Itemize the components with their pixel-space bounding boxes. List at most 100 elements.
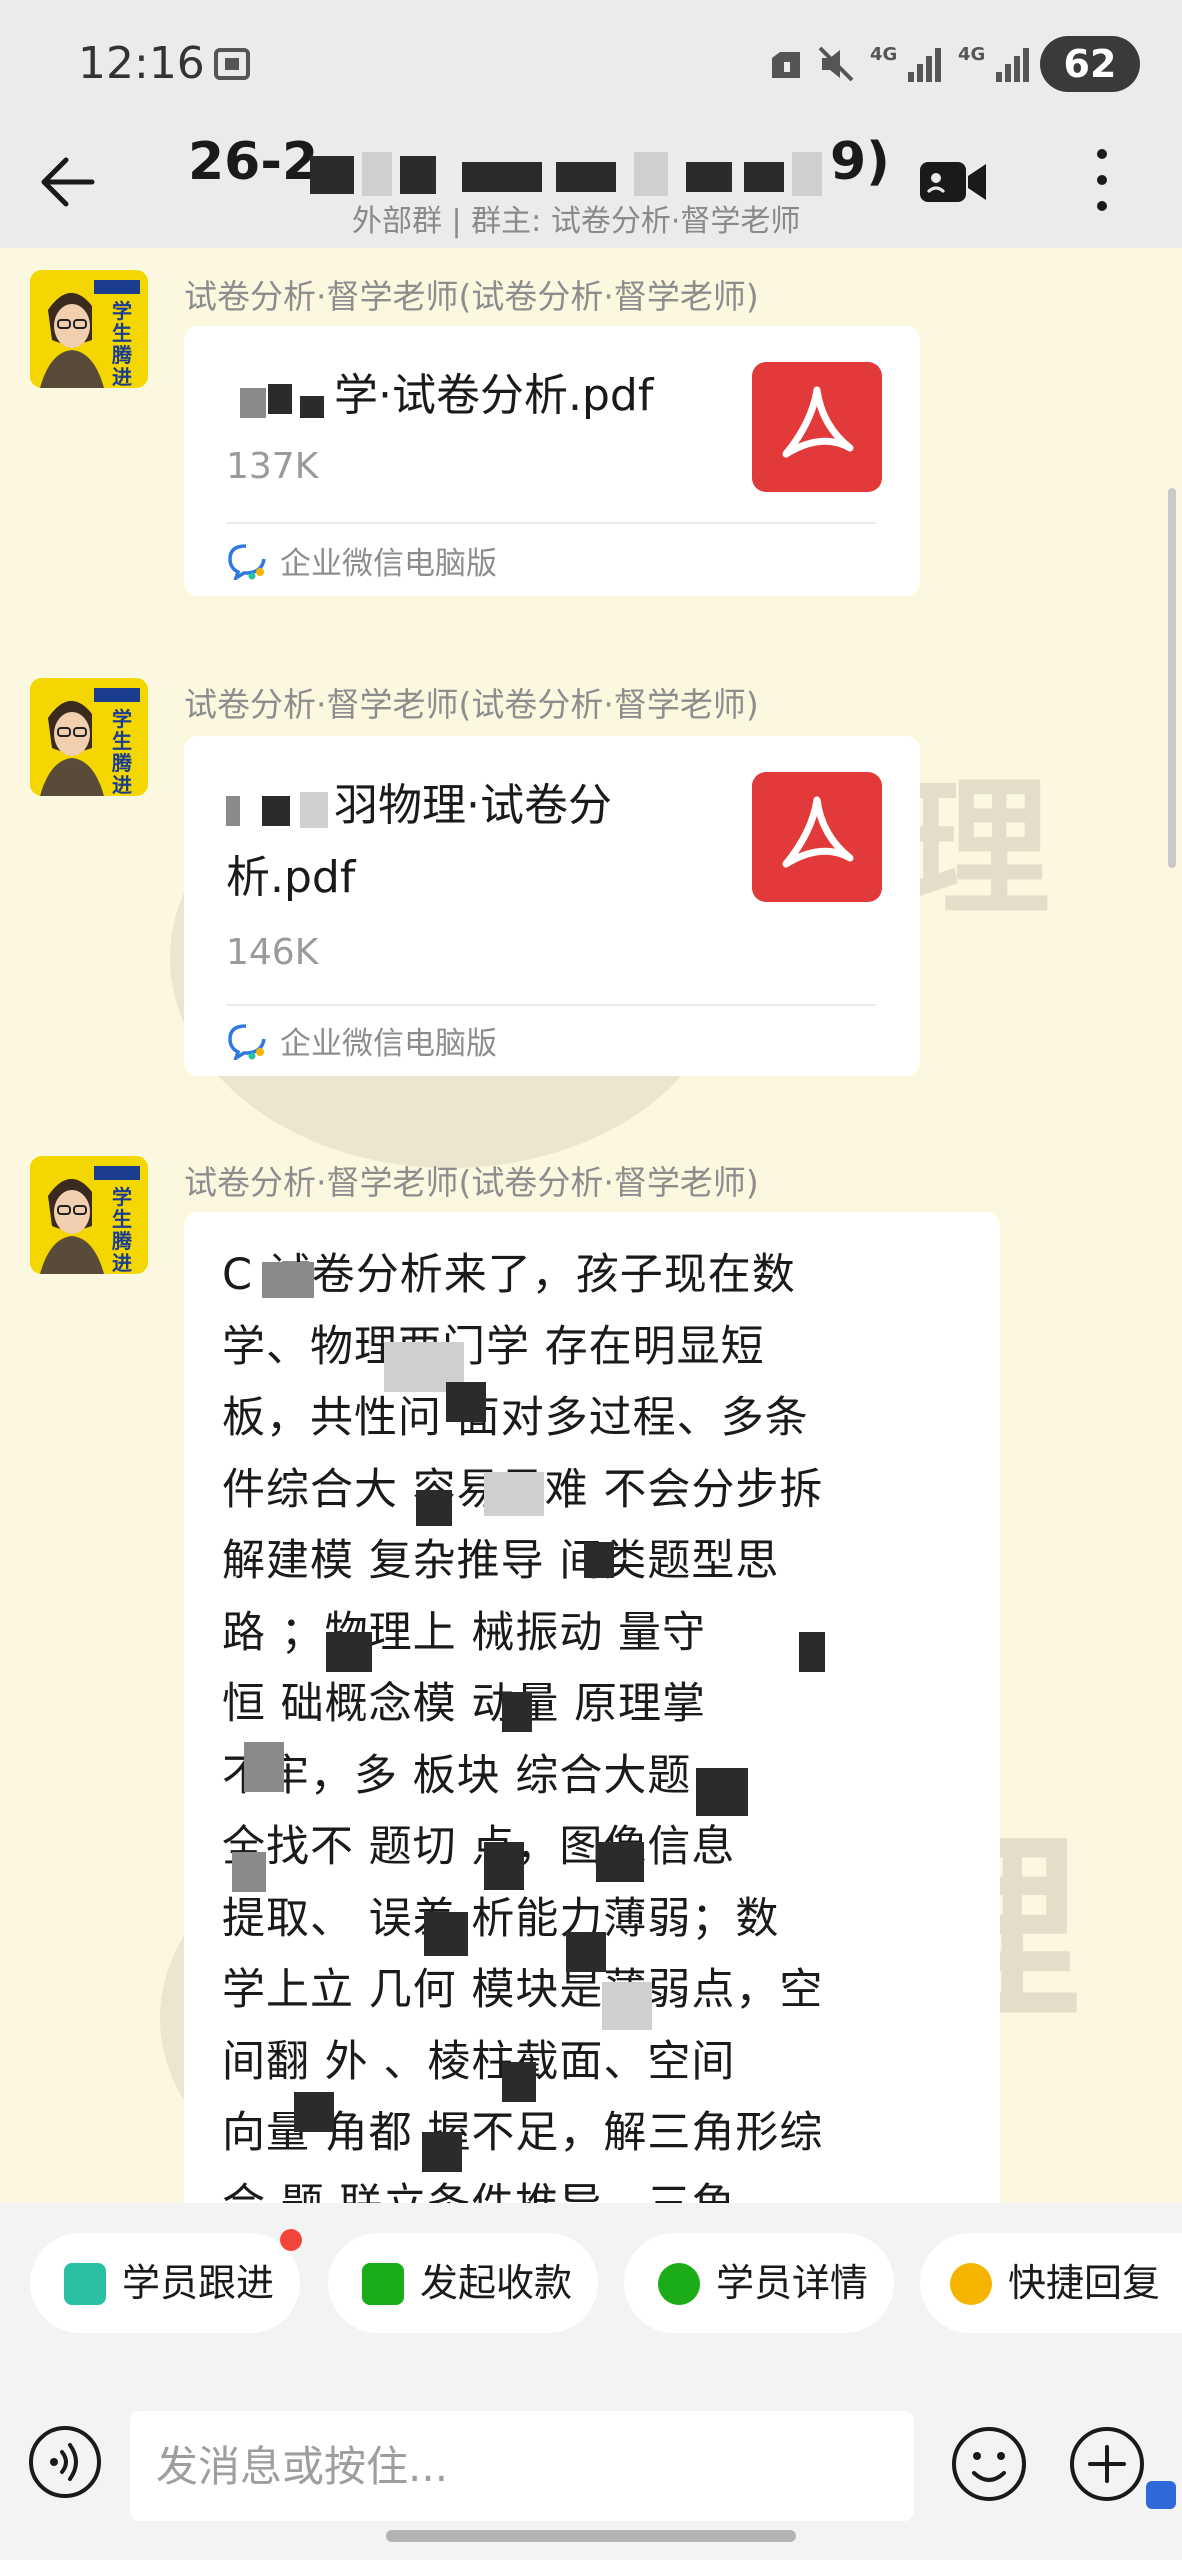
input-bar — [0, 2369, 1182, 2560]
sender-name: 试卷分析·督学老师(试卷分析·督学老师) — [184, 277, 759, 316]
file-message[interactable]: 学·试卷分析.pdf 137K 企业微信电脑版 — [184, 326, 920, 596]
message-line: 解建模 复杂推导 间类题型思 — [222, 1536, 780, 1586]
redaction-block — [686, 162, 732, 192]
redaction-block — [446, 1382, 486, 1422]
notification-dot — [280, 2229, 302, 2251]
watermark-text: 理 — [900, 761, 1051, 937]
redaction-block — [244, 1742, 284, 1792]
redaction-block — [744, 162, 784, 192]
emoji-icon[interactable] — [950, 2425, 1028, 2503]
redaction-block — [262, 1262, 314, 1298]
group-subtitle: 外部群 | 群主: 试卷分析·督学老师 — [352, 204, 801, 239]
message-source: 企业微信电脑版 — [280, 1026, 497, 1062]
quick-action-bar: 学员跟进 发起收款 学员详情 快捷回复 — [0, 2203, 1182, 2369]
message-line: C 试卷分析来了，孩子现在数 — [222, 1250, 796, 1300]
home-indicator[interactable] — [386, 2530, 796, 2542]
redaction-block — [232, 1852, 266, 1892]
group-title: 26-2 — [188, 132, 318, 192]
student-detail-button[interactable]: 学员详情 — [624, 2233, 894, 2333]
wecom-icon — [228, 544, 266, 580]
wecom-icon — [228, 1024, 266, 1060]
chat-scrollbar[interactable] — [1168, 488, 1176, 868]
redaction-block — [226, 796, 240, 826]
sender-name: 试卷分析·督学老师(试卷分析·督学老师) — [184, 685, 759, 724]
pdf-file-icon — [752, 362, 882, 492]
message-line: 学、物理两门学 存在明显短 — [222, 1321, 765, 1372]
status-time: 12:16 — [78, 38, 205, 89]
redaction-block — [300, 792, 328, 828]
quick-reply-label: 快捷回复 — [1008, 2261, 1161, 2305]
redaction-block — [424, 1912, 468, 1956]
notification-icon — [772, 52, 800, 78]
redaction-block — [326, 1632, 372, 1672]
voice-input-icon[interactable] — [28, 2425, 102, 2499]
plus-icon[interactable] — [1068, 2425, 1146, 2503]
redaction-block — [566, 1932, 606, 1972]
avatar-label: 学生腾进 — [112, 707, 132, 796]
redaction-block — [799, 1632, 825, 1672]
redaction-block — [310, 156, 354, 194]
quick-reply-icon — [950, 2263, 992, 2305]
redaction-block — [502, 1692, 532, 1732]
sender-avatar[interactable]: 学生腾进 — [30, 1156, 148, 1274]
sender-avatar[interactable]: 学生腾进 — [30, 270, 148, 388]
follow-up-label: 学员跟进 — [122, 2261, 275, 2305]
redaction-block — [416, 1490, 452, 1526]
file-name: 学·试卷分析.pdf — [334, 370, 654, 421]
redaction-block — [400, 156, 436, 194]
redaction-block — [634, 152, 668, 196]
redaction-block — [462, 162, 542, 192]
message-line: 件综合大 容易畏难 不会分步拆 — [222, 1464, 824, 1515]
text-message[interactable]: C 试卷分析来了，孩子现在数 学、物理两门学 存在明显短 板，共性问 面对多过程… — [184, 1212, 1000, 2203]
message-body: C 试卷分析来了，孩子现在数 学、物理两门学 存在明显短 板，共性问 面对多过程… — [222, 1240, 942, 2203]
avatar-label: 学生腾进 — [112, 299, 132, 388]
redaction-block — [502, 2062, 536, 2102]
file-name-line2: 析.pdf — [226, 852, 356, 903]
group-title-start: 26-2 — [188, 132, 319, 192]
status-bar: 12:16 4G 4G 62 — [0, 0, 1182, 130]
video-call-icon[interactable] — [918, 152, 988, 212]
network-type-1: 4G — [870, 44, 898, 65]
follow-up-icon — [64, 2263, 106, 2305]
follow-up-button[interactable]: 学员跟进 — [30, 2229, 302, 2333]
message-line: 合 题 联立条件推导、三角 — [222, 2170, 942, 2204]
message-line: 恒 础概念模 动量 原理掌 — [222, 1679, 707, 1729]
redaction-block — [484, 1842, 524, 1890]
back-arrow-icon[interactable] — [36, 150, 100, 214]
redaction-block — [422, 2132, 462, 2172]
mute-icon — [818, 46, 854, 82]
redaction-block — [596, 1842, 644, 1882]
file-message[interactable]: 羽物理·试卷分 析.pdf 146K 企业微信电脑版 — [184, 736, 920, 1076]
bubble-divider — [226, 1004, 876, 1006]
signal-icon-1 — [908, 48, 941, 82]
file-size: 146K — [226, 932, 319, 973]
redaction-block — [240, 388, 266, 418]
redaction-block — [602, 1982, 652, 2030]
chat-header: 26-2 9) 外部群 | 群主: 试卷分析·督学老师 — [0, 130, 1182, 248]
redaction-block — [294, 2092, 334, 2132]
redaction-block — [300, 396, 324, 418]
sender-avatar[interactable]: 学生腾进 — [30, 678, 148, 796]
screenshot-icon — [214, 48, 250, 80]
redaction-block — [362, 152, 392, 196]
redaction-block — [584, 1542, 614, 1578]
payment-button[interactable]: 发起收款 — [328, 2233, 598, 2333]
message-line: 全找不 题切 点，图像信息 — [222, 1822, 736, 1872]
floating-tag-icon[interactable] — [1146, 2481, 1176, 2509]
file-size: 137K — [226, 446, 319, 487]
quick-reply-button[interactable]: 快捷回复 — [920, 2233, 1182, 2333]
redaction-block — [696, 1768, 748, 1816]
redaction-block — [556, 162, 616, 192]
more-options-icon[interactable] — [1084, 140, 1120, 220]
payment-icon — [362, 2263, 404, 2305]
message-line: 不牢，多 板块 综合大题 — [222, 1750, 692, 1801]
redaction-block — [262, 796, 290, 826]
message-input[interactable] — [130, 2411, 914, 2521]
redaction-block — [484, 1472, 544, 1516]
signal-icon-2 — [996, 48, 1029, 82]
avatar-label: 学生腾进 — [112, 1185, 132, 1274]
student-detail-label: 学员详情 — [716, 2261, 869, 2305]
group-title-end: 9) — [830, 132, 890, 192]
sender-name: 试卷分析·督学老师(试卷分析·督学老师) — [184, 1163, 759, 1202]
chat-area[interactable]: 理 理 学生腾进 试卷分析·督学老师(试卷分析·督学老师) 学·试卷分析.pdf… — [0, 248, 1182, 2203]
